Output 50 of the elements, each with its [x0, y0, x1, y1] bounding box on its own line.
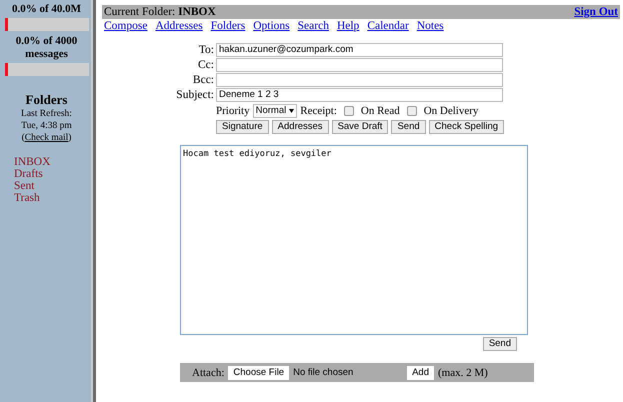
- folder-link[interactable]: Trash: [14, 192, 50, 204]
- priority-label: Priority: [216, 105, 250, 117]
- nav-link[interactable]: Notes: [416, 20, 444, 32]
- checkbox-label: On Delivery: [424, 105, 478, 117]
- toolbar-button[interactable]: Signature: [216, 120, 269, 134]
- folder-link[interactable]: INBOX: [14, 156, 50, 168]
- input-field[interactable]: [216, 73, 503, 87]
- caret-icon: [289, 109, 294, 113]
- paren: ): [68, 133, 72, 143]
- checkbox[interactable]: [406, 106, 417, 116]
- sign-out-link[interactable]: Sign Out: [574, 6, 618, 18]
- folder-link[interactable]: Drafts: [14, 168, 50, 180]
- input-field[interactable]: [216, 58, 503, 72]
- field-label: Subject:: [175, 88, 214, 102]
- current-folder-label: Current Folder: INBOX: [104, 6, 216, 18]
- folders-title: Folders: [26, 92, 68, 108]
- quota-label: 0.0% of 40.0M: [10, 3, 82, 16]
- nav-link[interactable]: Calendar: [367, 20, 409, 32]
- priority-select[interactable]: Normal: [252, 104, 298, 118]
- nav-link[interactable]: Addresses: [155, 20, 203, 32]
- nav-link[interactable]: Options: [253, 20, 290, 32]
- toolbar-button[interactable]: Send: [391, 120, 426, 134]
- field-label: Cc:: [197, 58, 214, 72]
- folder-link[interactable]: Sent: [14, 180, 50, 192]
- refresh-time: Tue, 4:38 pm: [21, 120, 72, 132]
- nav-link[interactable]: Help: [336, 20, 360, 32]
- input-field[interactable]: hakan.uzuner@cozumpark.com: [216, 43, 503, 57]
- check-mail-link[interactable]: Check mail: [24, 133, 68, 143]
- input-field[interactable]: Deneme 1 2 3: [216, 88, 503, 102]
- message-body-field[interactable]: Hocam test ediyoruz, sevgiler: [180, 145, 528, 335]
- field-label: To:: [198, 43, 214, 57]
- max-size-note: (max. 2 M): [438, 366, 488, 378]
- checkbox-label: On Read: [360, 105, 400, 117]
- choose-file-button[interactable]: Choose File: [228, 366, 290, 380]
- toolbar-button[interactable]: Save Draft: [332, 120, 388, 134]
- paren: (: [22, 133, 25, 143]
- toolbar-button[interactable]: Check Spelling: [428, 120, 504, 134]
- send-button[interactable]: Send: [482, 337, 517, 351]
- toolbar-button[interactable]: Addresses: [272, 120, 329, 134]
- quota-label: 0.0% of 4000 messages: [14, 35, 78, 61]
- attach-label: Attach:: [192, 366, 224, 378]
- nav-link[interactable]: Compose: [104, 20, 148, 32]
- field-label: Bcc:: [192, 73, 214, 87]
- add-button[interactable]: Add: [407, 366, 434, 380]
- checkbox[interactable]: [344, 106, 354, 116]
- file-status: No file chosen: [293, 367, 354, 378]
- nav-link[interactable]: Folders: [210, 20, 246, 32]
- receipt-label: Receipt:: [300, 105, 337, 117]
- nav-link[interactable]: Search: [298, 20, 329, 32]
- last-refresh-label: Last Refresh:: [21, 108, 72, 120]
